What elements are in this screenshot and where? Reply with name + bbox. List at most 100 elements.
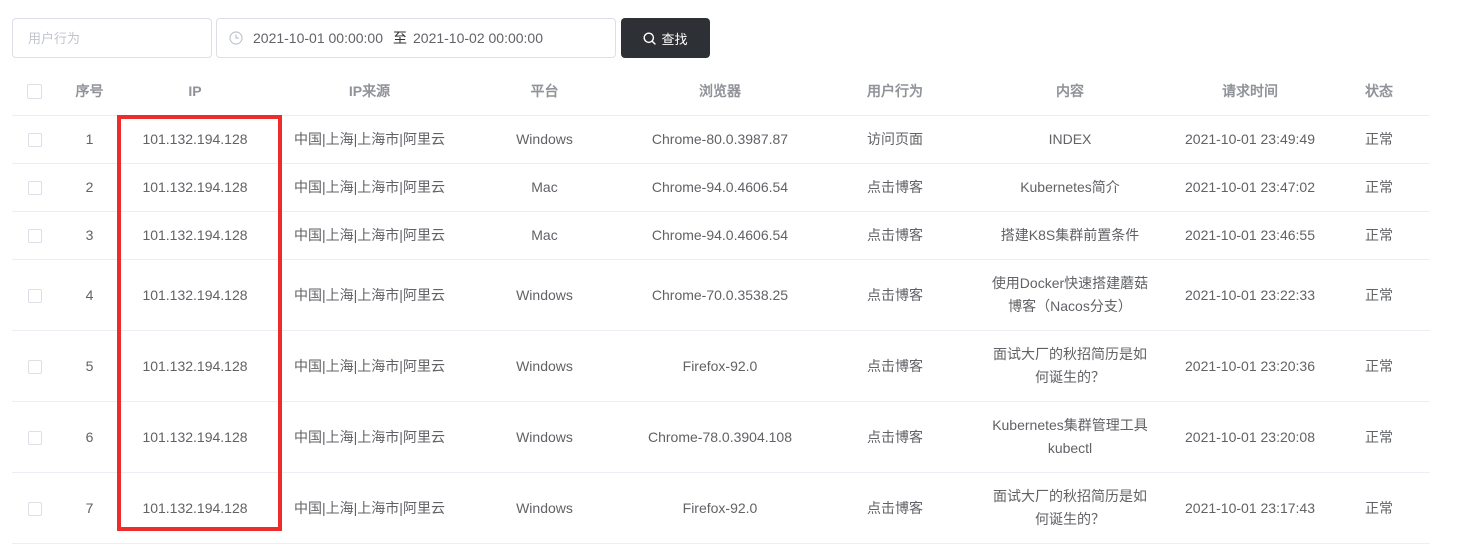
select-all-checkbox[interactable] — [27, 84, 42, 100]
cell-ip: 101.132.194.128 — [122, 211, 268, 260]
header-ip: IP — [122, 67, 268, 116]
header-behavior: 用户行为 — [822, 67, 968, 116]
search-button-label: 查找 — [661, 31, 688, 47]
header-content: 内容 — [968, 67, 1172, 116]
date-range-picker[interactable]: 2021-10-01 00:00:00 至 2021-10-02 00:00:0… — [216, 18, 616, 58]
cell-status: 正常 — [1328, 472, 1430, 544]
date-start[interactable]: 2021-10-01 00:00:00 — [253, 30, 383, 46]
cell-status: 正常 — [1328, 163, 1430, 212]
header-status: 状态 — [1328, 67, 1430, 116]
cell-request-time: 2021-10-01 23:20:36 — [1172, 330, 1328, 402]
select-all-checkbox-cell[interactable] — [12, 67, 57, 116]
date-separator: 至 — [393, 30, 407, 46]
row-checkbox[interactable] — [27, 133, 42, 148]
date-end[interactable]: 2021-10-02 00:00:00 — [413, 30, 543, 46]
cell-browser: Chrome-80.0.3987.87 — [618, 115, 822, 164]
cell-platform: Windows — [471, 472, 618, 544]
row-checkbox[interactable] — [27, 288, 42, 303]
cell-ip-source: 中国|上海|上海市|阿里云 — [268, 163, 471, 212]
cell-ip: 101.132.194.128 — [122, 259, 268, 331]
table-row[interactable]: 4 101.132.194.128 中国|上海|上海市|阿里云 Windows … — [12, 259, 1430, 331]
cell-platform: Mac — [471, 211, 618, 260]
row-checkbox[interactable] — [27, 359, 42, 374]
cell-content: INDEX — [1048, 131, 1092, 147]
cell-request-time: 2021-10-01 23:20:08 — [1172, 401, 1328, 473]
cell-index: 4 — [57, 259, 122, 331]
cell-behavior: 点击博客 — [822, 472, 968, 544]
behavior-input[interactable] — [13, 19, 208, 57]
cell-index: 6 — [57, 401, 122, 473]
cell-content: 使用Docker快速搭建蘑菇博客（Nacos分支） — [991, 275, 1149, 314]
cell-content: Kubernetes简介 — [1020, 179, 1120, 195]
cell-ip: 101.132.194.128 — [122, 472, 268, 544]
behavior-filter[interactable] — [12, 18, 212, 58]
log-table: 序号 IP IP来源 平台 浏览器 用户行为 内容 请求时间 状态 1 101.… — [12, 67, 1430, 544]
cell-behavior: 点击博客 — [822, 330, 968, 402]
cell-platform: Mac — [471, 163, 618, 212]
cell-behavior: 点击博客 — [822, 259, 968, 331]
table-row[interactable]: 2 101.132.194.128 中国|上海|上海市|阿里云 Mac Chro… — [12, 163, 1430, 212]
cell-browser: Chrome-94.0.4606.54 — [618, 163, 822, 212]
cell-ip-source: 中国|上海|上海市|阿里云 — [268, 211, 471, 260]
table-row[interactable]: 6 101.132.194.128 中国|上海|上海市|阿里云 Windows … — [12, 401, 1430, 473]
cell-index: 7 — [57, 472, 122, 544]
cell-ip: 101.132.194.128 — [122, 163, 268, 212]
cell-ip-source: 中国|上海|上海市|阿里云 — [268, 330, 471, 402]
cell-request-time: 2021-10-01 23:22:33 — [1172, 259, 1328, 331]
table-header-row: 序号 IP IP来源 平台 浏览器 用户行为 内容 请求时间 状态 — [12, 67, 1430, 116]
cell-ip-source: 中国|上海|上海市|阿里云 — [268, 115, 471, 164]
cell-platform: Windows — [471, 259, 618, 331]
cell-content: 面试大厂的秋招简历是如何诞生的？ — [993, 488, 1147, 527]
table-row[interactable]: 1 101.132.194.128 中国|上海|上海市|阿里云 Windows … — [12, 115, 1430, 164]
cell-index: 1 — [57, 115, 122, 164]
cell-index: 3 — [57, 211, 122, 260]
header-browser: 浏览器 — [618, 67, 822, 116]
cell-ip-source: 中国|上海|上海市|阿里云 — [268, 259, 471, 331]
table-row[interactable]: 5 101.132.194.128 中国|上海|上海市|阿里云 Windows … — [12, 330, 1430, 402]
cell-platform: Windows — [471, 401, 618, 473]
cell-status: 正常 — [1328, 115, 1430, 164]
cell-browser: Firefox-92.0 — [618, 330, 822, 402]
cell-platform: Windows — [471, 115, 618, 164]
table-row[interactable]: 3 101.132.194.128 中国|上海|上海市|阿里云 Mac Chro… — [12, 211, 1430, 260]
cell-content: Kubernetes集群管理工具kubectl — [992, 417, 1148, 456]
cell-status: 正常 — [1328, 330, 1430, 402]
cell-index: 2 — [57, 163, 122, 212]
header-request-time: 请求时间 — [1172, 67, 1328, 116]
cell-behavior: 访问页面 — [822, 115, 968, 164]
header-index: 序号 — [57, 67, 122, 116]
cell-status: 正常 — [1328, 259, 1430, 331]
cell-browser: Chrome-94.0.4606.54 — [618, 211, 822, 260]
cell-status: 正常 — [1328, 401, 1430, 473]
cell-ip-source: 中国|上海|上海市|阿里云 — [268, 472, 471, 544]
cell-browser: Chrome-70.0.3538.25 — [618, 259, 822, 331]
cell-ip: 101.132.194.128 — [122, 401, 268, 473]
cell-content: 面试大厂的秋招简历是如何诞生的？ — [993, 346, 1147, 385]
cell-browser: Firefox-92.0 — [618, 472, 822, 544]
cell-request-time: 2021-10-01 23:46:55 — [1172, 211, 1328, 260]
row-checkbox[interactable] — [27, 229, 42, 244]
cell-request-time: 2021-10-01 23:17:43 — [1172, 472, 1328, 544]
cell-request-time: 2021-10-01 23:47:02 — [1172, 163, 1328, 212]
cell-content: 搭建K8S集群前置条件 — [1000, 227, 1140, 243]
cell-request-time: 2021-10-01 23:49:49 — [1172, 115, 1328, 164]
header-platform: 平台 — [471, 67, 618, 116]
cell-ip-source: 中国|上海|上海市|阿里云 — [268, 401, 471, 473]
clock-icon — [229, 31, 243, 45]
cell-browser: Chrome-78.0.3904.108 — [618, 401, 822, 473]
cell-platform: Windows — [471, 330, 618, 402]
header-ip-source: IP来源 — [268, 67, 471, 116]
table-row[interactable]: 7 101.132.194.128 中国|上海|上海市|阿里云 Windows … — [12, 472, 1430, 544]
cell-ip: 101.132.194.128 — [122, 330, 268, 402]
cell-ip: 101.132.194.128 — [122, 115, 268, 164]
cell-behavior: 点击博客 — [822, 401, 968, 473]
cell-behavior: 点击博客 — [822, 163, 968, 212]
cell-status: 正常 — [1328, 211, 1430, 260]
row-checkbox[interactable] — [27, 430, 42, 445]
search-icon — [643, 32, 657, 45]
cell-behavior: 点击博客 — [822, 211, 968, 260]
search-button[interactable]: 查找 — [621, 18, 710, 58]
row-checkbox[interactable] — [27, 181, 42, 196]
row-checkbox[interactable] — [27, 501, 42, 516]
cell-index: 5 — [57, 330, 122, 402]
